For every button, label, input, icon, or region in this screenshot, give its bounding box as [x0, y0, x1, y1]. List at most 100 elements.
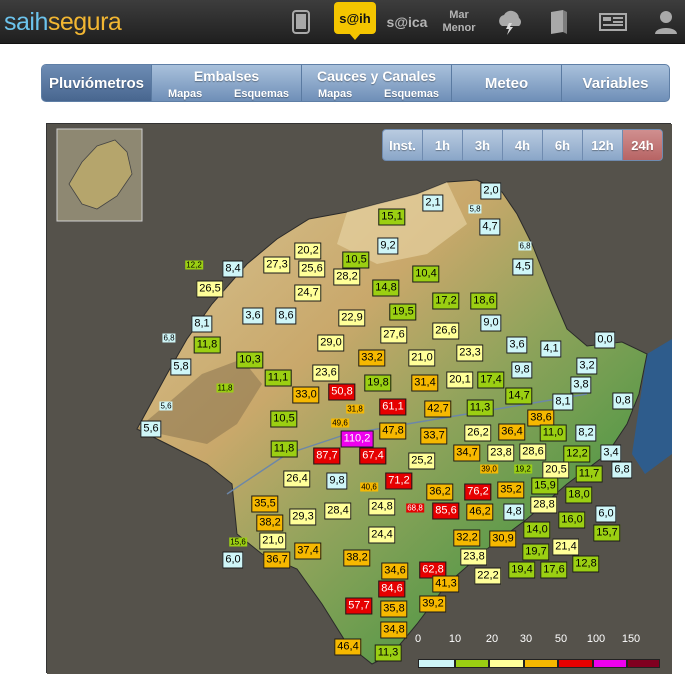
saih-tab[interactable]: s@ih	[334, 2, 376, 34]
station-value[interactable]: 17,2	[432, 292, 460, 310]
nav-cauces-esquemas[interactable]: Esquemas	[384, 88, 439, 100]
station-value[interactable]: 38,2	[256, 514, 284, 532]
station-value[interactable]: 6,8	[518, 241, 532, 251]
station-value[interactable]: 15,7	[593, 524, 621, 542]
station-value[interactable]: 8,2	[575, 424, 597, 442]
sica-tab[interactable]: s@ica	[386, 4, 428, 40]
station-value[interactable]: 29,3	[289, 508, 317, 526]
station-value[interactable]: 11,0	[539, 424, 567, 442]
station-value[interactable]: 42,7	[424, 400, 452, 418]
station-value[interactable]: 84,6	[378, 580, 406, 598]
station-value[interactable]: 0,0	[594, 331, 616, 349]
station-value[interactable]: 11,8	[216, 383, 234, 393]
station-value[interactable]: 20,2	[294, 242, 322, 260]
nav-cauces[interactable]: Cauces y Canales Mapas Esquemas	[302, 65, 452, 101]
station-value[interactable]: 22,9	[338, 309, 366, 327]
nav-embalses-esquemas[interactable]: Esquemas	[234, 88, 289, 100]
station-value[interactable]: 22,2	[474, 567, 502, 585]
station-value[interactable]: 12,8	[572, 555, 600, 573]
mar-menor-tab[interactable]: Mar Menor	[438, 4, 480, 40]
station-value[interactable]: 33,2	[358, 349, 386, 367]
station-value[interactable]: 39,2	[419, 595, 447, 613]
time-btn-24h[interactable]: 24h	[623, 130, 662, 160]
station-value[interactable]: 26,2	[464, 424, 492, 442]
station-value[interactable]: 33,0	[292, 386, 320, 404]
station-value[interactable]: 35,2	[497, 481, 525, 499]
station-value[interactable]: 19,7	[522, 543, 550, 561]
station-value[interactable]: 25,2	[408, 452, 436, 470]
station-value[interactable]: 19,4	[508, 561, 536, 579]
station-value[interactable]: 21,0	[259, 532, 287, 550]
station-value[interactable]: 11,3	[374, 644, 402, 662]
station-value[interactable]: 23,8	[487, 444, 515, 462]
station-value[interactable]: 4,5	[512, 258, 534, 276]
station-value[interactable]: 46,4	[334, 638, 362, 656]
station-value[interactable]: 16,0	[558, 511, 586, 529]
nav-embalses[interactable]: Embalses Mapas Esquemas	[152, 65, 302, 101]
book-icon[interactable]	[538, 4, 580, 40]
station-value[interactable]: 37,4	[294, 542, 322, 560]
station-value[interactable]: 17,6	[540, 561, 568, 579]
station-value[interactable]: 10,5	[270, 410, 298, 428]
station-value[interactable]: 5,6	[140, 420, 162, 438]
station-value[interactable]: 0,8	[612, 392, 634, 410]
station-value[interactable]: 27,3	[263, 256, 291, 274]
station-value[interactable]: 5,8	[468, 204, 482, 214]
station-value[interactable]: 9,8	[326, 472, 348, 490]
nav-meteo[interactable]: Meteo	[452, 65, 562, 101]
station-value[interactable]: 11,3	[466, 399, 494, 417]
station-value[interactable]: 24,8	[368, 498, 396, 516]
station-value[interactable]: 18,0	[565, 486, 593, 504]
station-value[interactable]: 28,2	[333, 268, 361, 286]
station-value[interactable]: 6,0	[222, 551, 244, 569]
station-value[interactable]: 4,8	[503, 503, 525, 521]
station-value[interactable]: 11,8	[270, 440, 298, 458]
station-value[interactable]: 5,6	[159, 401, 173, 411]
station-value[interactable]: 23,6	[312, 364, 340, 382]
station-value[interactable]: 31,8	[346, 404, 364, 414]
station-value[interactable]: 26,4	[283, 470, 311, 488]
station-value[interactable]: 6,0	[595, 505, 617, 523]
station-value[interactable]: 28,8	[530, 496, 558, 514]
station-value[interactable]: 35,8	[380, 600, 408, 618]
brand-logo[interactable]: saihsegura	[4, 8, 122, 37]
station-value[interactable]: 29,0	[317, 334, 345, 352]
station-value[interactable]: 9,8	[511, 361, 533, 379]
station-value[interactable]: 27,6	[380, 326, 408, 344]
station-value[interactable]: 35,5	[251, 495, 279, 513]
station-value[interactable]: 57,7	[345, 597, 373, 615]
station-value[interactable]: 38,2	[343, 549, 371, 567]
station-value[interactable]: 34,7	[453, 444, 481, 462]
station-value[interactable]: 28,6	[519, 443, 547, 461]
station-value[interactable]: 24,7	[294, 284, 322, 302]
nav-embalses-mapas[interactable]: Mapas	[168, 88, 202, 100]
station-value[interactable]: 49,6	[331, 418, 349, 428]
station-value[interactable]: 34,8	[380, 621, 408, 639]
station-value[interactable]: 46,2	[466, 503, 494, 521]
station-value[interactable]: 3,2	[576, 357, 598, 375]
nav-variables[interactable]: Variables	[562, 65, 669, 101]
station-value[interactable]: 47,8	[379, 422, 407, 440]
station-value[interactable]: 40,6	[360, 482, 378, 492]
station-value[interactable]: 11,8	[193, 336, 221, 354]
station-value[interactable]: 3,8	[570, 376, 592, 394]
station-value[interactable]: 36,2	[426, 483, 454, 501]
nav-cauces-mapas[interactable]: Mapas	[318, 88, 352, 100]
station-value[interactable]: 3,6	[242, 307, 264, 325]
user-icon[interactable]	[645, 4, 685, 40]
station-value[interactable]: 19,2	[514, 464, 532, 474]
station-value[interactable]: 3,4	[600, 444, 622, 462]
station-value[interactable]: 14,8	[372, 279, 400, 297]
station-value[interactable]: 4,7	[479, 218, 501, 236]
station-value[interactable]: 36,4	[498, 423, 526, 441]
station-value[interactable]: 15,6	[229, 537, 247, 547]
tablet-icon[interactable]	[280, 4, 322, 40]
station-value[interactable]: 85,6	[432, 502, 460, 520]
station-value[interactable]: 34,6	[381, 562, 409, 580]
station-value[interactable]: 2,1	[422, 194, 444, 212]
time-btn-1h[interactable]: 1h	[423, 130, 463, 160]
station-value[interactable]: 19,8	[364, 374, 392, 392]
station-value[interactable]: 21,0	[408, 349, 436, 367]
station-value[interactable]: 11,1	[264, 369, 292, 387]
station-value[interactable]: 20,1	[446, 371, 474, 389]
